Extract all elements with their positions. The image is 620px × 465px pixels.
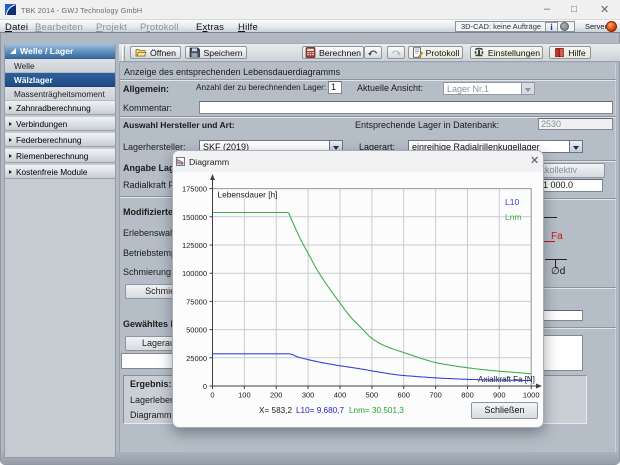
- svg-text:0: 0: [203, 382, 207, 391]
- svg-text:400: 400: [334, 391, 347, 400]
- svg-text:300: 300: [302, 391, 315, 400]
- svg-text:L10: L10: [505, 197, 519, 207]
- svg-text:Lnm: Lnm: [505, 212, 522, 222]
- svg-text:175000: 175000: [182, 185, 207, 194]
- svg-text:500: 500: [366, 391, 379, 400]
- svg-text:0: 0: [210, 391, 214, 400]
- svg-text:100000: 100000: [182, 269, 207, 278]
- svg-text:Lebensdauer [h]: Lebensdauer [h]: [218, 190, 278, 200]
- svg-text:50000: 50000: [186, 326, 207, 335]
- svg-text:75000: 75000: [186, 297, 207, 306]
- svg-text:700: 700: [429, 391, 442, 400]
- svg-text:900: 900: [493, 391, 506, 400]
- svg-text:800: 800: [461, 391, 474, 400]
- svg-text:100: 100: [238, 391, 251, 400]
- svg-text:150000: 150000: [182, 213, 207, 222]
- svg-text:25000: 25000: [186, 354, 207, 363]
- svg-text:600: 600: [397, 391, 410, 400]
- svg-text:200: 200: [270, 391, 283, 400]
- svg-text:1000: 1000: [523, 391, 540, 400]
- svg-text:125000: 125000: [182, 241, 207, 250]
